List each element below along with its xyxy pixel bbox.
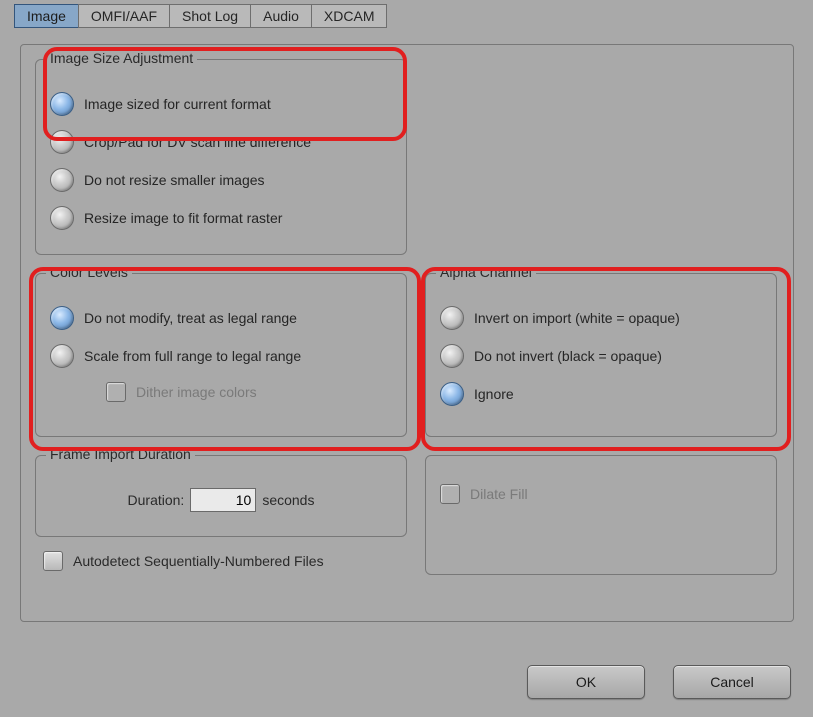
ok-button[interactable]: OK [527,665,645,699]
radio-icon [440,382,464,406]
radio-icon [50,206,74,230]
checkbox-icon [43,551,63,571]
group-color-levels: Color Levels Do not modify, treat as leg… [35,273,407,437]
legend-duration: Frame Import Duration [46,446,195,462]
legend-color-levels: Color Levels [46,264,132,280]
checkbox-icon [440,484,460,504]
checkbox-label: Dither image colors [136,384,257,400]
tab-xdcam[interactable]: XDCAM [311,4,388,28]
import-settings-window: Image OMFI/AAF Shot Log Audio XDCAM Imag… [0,0,813,717]
image-tab-panel: Image Size Adjustment Image sized for cu… [20,44,794,622]
radio-image-sized-current[interactable]: Image sized for current format [50,92,392,116]
legend-image-size: Image Size Adjustment [46,50,197,66]
radio-icon [50,168,74,192]
checkbox-autodetect[interactable]: Autodetect Sequentially-Numbered Files [43,551,324,571]
duration-unit: seconds [262,492,314,508]
radio-scale-full-range[interactable]: Scale from full range to legal range [50,344,392,368]
radio-resize-to-raster[interactable]: Resize image to fit format raster [50,206,392,230]
tab-image[interactable]: Image [14,4,79,28]
tab-shotlog[interactable]: Shot Log [169,4,251,28]
duration-label: Duration: [128,492,185,508]
radio-icon [440,306,464,330]
group-image-size: Image Size Adjustment Image sized for cu… [35,59,407,255]
radio-crop-pad-dv[interactable]: Crop/Pad for DV scan line difference [50,130,392,154]
duration-input[interactable] [190,488,256,512]
checkbox-label: Dilate Fill [470,486,528,502]
checkbox-dilate-fill[interactable]: Dilate Fill [440,484,762,504]
tab-audio[interactable]: Audio [250,4,312,28]
radio-do-not-modify[interactable]: Do not modify, treat as legal range [50,306,392,330]
radio-label: Resize image to fit format raster [84,210,282,226]
radio-label: Do not modify, treat as legal range [84,310,297,326]
checkbox-label: Autodetect Sequentially-Numbered Files [73,553,324,569]
tab-omfiaaf[interactable]: OMFI/AAF [78,4,170,28]
radio-label: Image sized for current format [84,96,271,112]
radio-do-not-resize[interactable]: Do not resize smaller images [50,168,392,192]
radio-label: Ignore [474,386,514,402]
cancel-button[interactable]: Cancel [673,665,791,699]
radio-alpha-invert[interactable]: Invert on import (white = opaque) [440,306,762,330]
radio-icon [50,92,74,116]
group-frame-duration: Frame Import Duration Duration: seconds [35,455,407,537]
radio-label: Do not resize smaller images [84,172,265,188]
group-alpha-channel: Alpha Channel Invert on import (white = … [425,273,777,437]
radio-label: Crop/Pad for DV scan line difference [84,134,311,150]
tabbar: Image OMFI/AAF Shot Log Audio XDCAM [14,4,386,28]
radio-icon [50,306,74,330]
radio-icon [50,344,74,368]
legend-alpha: Alpha Channel [436,264,536,280]
radio-label: Do not invert (black = opaque) [474,348,662,364]
radio-icon [50,130,74,154]
button-bar: OK Cancel [527,665,791,699]
radio-alpha-no-invert[interactable]: Do not invert (black = opaque) [440,344,762,368]
radio-label: Scale from full range to legal range [84,348,301,364]
radio-alpha-ignore[interactable]: Ignore [440,382,762,406]
checkbox-icon [106,382,126,402]
radio-label: Invert on import (white = opaque) [474,310,680,326]
checkbox-dither[interactable]: Dither image colors [106,382,392,402]
radio-icon [440,344,464,368]
group-dilate: Dilate Fill [425,455,777,575]
